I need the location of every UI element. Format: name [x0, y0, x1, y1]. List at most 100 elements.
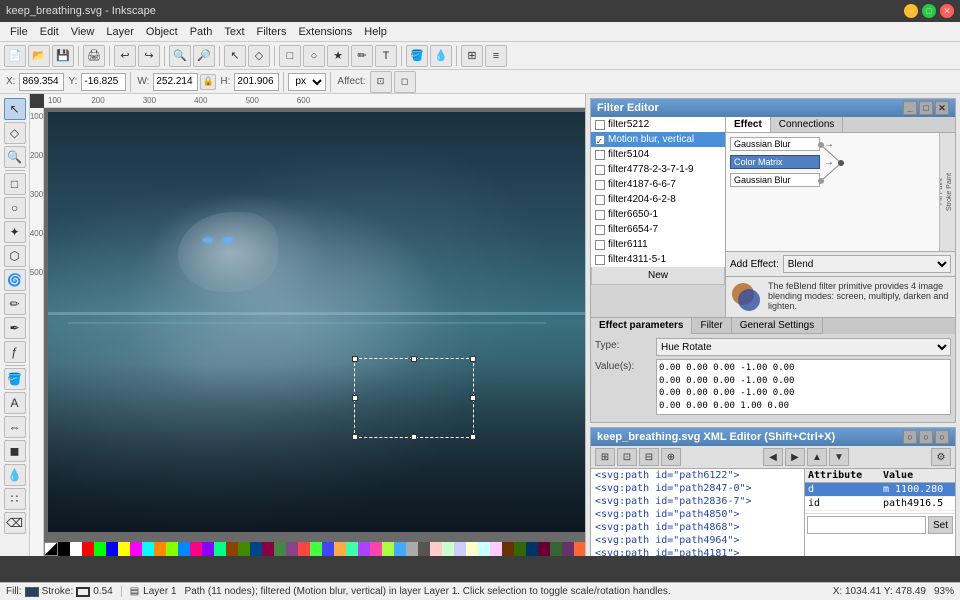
- tab-connections[interactable]: Connections: [771, 117, 844, 132]
- xml-next-btn[interactable]: ▶: [785, 448, 805, 466]
- color-swatch[interactable]: [154, 542, 166, 556]
- color-swatch[interactable]: [490, 542, 502, 556]
- filter-editor-close[interactable]: ✕: [935, 101, 949, 115]
- zoom-out-btn[interactable]: 🔎: [193, 45, 215, 67]
- zoom-in-btn[interactable]: 🔍: [169, 45, 191, 67]
- xml-item-path4964[interactable]: <svg:path id="path4964">: [591, 534, 804, 547]
- node-btn[interactable]: ◇: [248, 45, 270, 67]
- color-swatch[interactable]: [106, 542, 118, 556]
- effect-color-matrix[interactable]: Color Matrix: [730, 155, 820, 169]
- color-swatch[interactable]: [418, 542, 430, 556]
- filter-checkbox-4204[interactable]: [595, 195, 605, 205]
- xml-up-btn[interactable]: ▲: [807, 448, 827, 466]
- unit-select[interactable]: px mm cm: [288, 73, 326, 91]
- color-palette[interactable]: // Will be populated by JS below: [44, 542, 585, 556]
- save-btn[interactable]: 💾: [52, 45, 74, 67]
- menu-help[interactable]: Help: [358, 25, 393, 39]
- star-btn[interactable]: ★: [327, 45, 349, 67]
- xml-item-path4868[interactable]: <svg:path id="path4868">: [591, 521, 804, 534]
- color-swatch[interactable]: [118, 542, 130, 556]
- color-swatch[interactable]: [274, 542, 286, 556]
- filter-checkbox-motion-blur[interactable]: [595, 135, 605, 145]
- tool-circle[interactable]: ○: [4, 197, 26, 219]
- tool-calligraphy[interactable]: ƒ: [4, 341, 26, 363]
- tool-pen[interactable]: ✏: [4, 293, 26, 315]
- eyedropper-btn[interactable]: 💧: [430, 45, 452, 67]
- xml-editor-btn1[interactable]: ○: [903, 430, 917, 444]
- xml-copy-btn[interactable]: ⊕: [661, 448, 681, 466]
- minimize-button[interactable]: −: [904, 4, 918, 18]
- color-swatch[interactable]: [202, 542, 214, 556]
- color-swatch[interactable]: [574, 542, 585, 556]
- xml-editor-btn2[interactable]: ○: [919, 430, 933, 444]
- filter-checkbox-6650[interactable]: [595, 210, 605, 220]
- affect-geo-btn[interactable]: ⊡: [370, 71, 392, 93]
- color-swatch[interactable]: [262, 542, 274, 556]
- xml-item-path6122[interactable]: <svg:path id="path6122">: [591, 469, 804, 482]
- color-swatch[interactable]: [286, 542, 298, 556]
- color-swatch[interactable]: [94, 542, 106, 556]
- tool-rect[interactable]: □: [4, 173, 26, 195]
- tool-text[interactable]: A: [4, 392, 26, 414]
- redo-btn[interactable]: ↪: [138, 45, 160, 67]
- color-swatch[interactable]: [346, 542, 358, 556]
- circle-btn[interactable]: ○: [303, 45, 325, 67]
- filter-new-button[interactable]: New: [591, 267, 725, 285]
- tab-effect[interactable]: Effect: [726, 117, 771, 132]
- canvas-area[interactable]: [44, 108, 585, 556]
- color-swatch[interactable]: [406, 542, 418, 556]
- xml-new-element-btn[interactable]: ⊞: [595, 448, 615, 466]
- print-btn[interactable]: 🖨: [83, 45, 105, 67]
- xml-settings-btn[interactable]: ⚙: [931, 448, 951, 466]
- color-swatch[interactable]: [226, 542, 238, 556]
- xml-remove-btn[interactable]: ⊟: [639, 448, 659, 466]
- menu-path[interactable]: Path: [184, 25, 219, 39]
- xml-new-attr-btn[interactable]: ⊡: [617, 448, 637, 466]
- tool-eyedropper[interactable]: 💧: [4, 464, 26, 486]
- filter-item-motion-blur[interactable]: Motion blur, vertical: [591, 132, 725, 147]
- filter-checkbox-4311[interactable]: [595, 255, 605, 265]
- add-effect-select[interactable]: Blend Blur Color Matrix Composite: [783, 255, 951, 273]
- filter-item-6650[interactable]: filter6650-1: [591, 207, 725, 222]
- color-swatch[interactable]: [370, 542, 382, 556]
- color-swatch[interactable]: [322, 542, 334, 556]
- menu-file[interactable]: File: [4, 25, 34, 39]
- color-swatch[interactable]: [526, 542, 538, 556]
- color-swatch[interactable]: [442, 542, 454, 556]
- color-swatch[interactable]: [502, 542, 514, 556]
- xml-item-path2847[interactable]: <svg:path id="path2847-0">: [591, 482, 804, 495]
- new-btn[interactable]: 📄: [4, 45, 26, 67]
- pen-btn[interactable]: ✏: [351, 45, 373, 67]
- menu-extensions[interactable]: Extensions: [292, 25, 358, 39]
- tool-select[interactable]: ↖: [4, 98, 26, 120]
- filter-item-5104[interactable]: filter5104: [591, 147, 725, 162]
- xml-item-path4181[interactable]: <svg:path id="path4181">: [591, 547, 804, 556]
- filter-editor-minimize[interactable]: _: [903, 101, 917, 115]
- tab-effect-parameters[interactable]: Effect parameters: [591, 318, 692, 334]
- color-swatch[interactable]: [550, 542, 562, 556]
- tool-gradient[interactable]: ◼: [4, 440, 26, 462]
- xml-attr-row-id[interactable]: id path4916.5: [805, 497, 955, 511]
- fill-color-box[interactable]: [25, 587, 39, 597]
- filter-editor-maximize[interactable]: □: [919, 101, 933, 115]
- text-btn[interactable]: T: [375, 45, 397, 67]
- color-swatch[interactable]: [142, 542, 154, 556]
- select-btn[interactable]: ↖: [224, 45, 246, 67]
- x-input[interactable]: [19, 73, 64, 91]
- color-swatch[interactable]: [70, 542, 82, 556]
- tab-general-settings[interactable]: General Settings: [732, 318, 824, 334]
- filter-item-4311[interactable]: filter4311-5-1: [591, 252, 725, 267]
- y-input[interactable]: [81, 73, 126, 91]
- color-swatch[interactable]: [298, 542, 310, 556]
- color-swatch[interactable]: [454, 542, 466, 556]
- xml-editor-btn3[interactable]: ○: [935, 430, 949, 444]
- xml-down-btn[interactable]: ▼: [829, 448, 849, 466]
- effect-gaussian-blur-2[interactable]: Gaussian Blur: [730, 173, 820, 187]
- filter-checkbox-5104[interactable]: [595, 150, 605, 160]
- group-btn[interactable]: ⊞: [461, 45, 483, 67]
- xml-prev-btn[interactable]: ◀: [763, 448, 783, 466]
- align-btn[interactable]: ≡: [485, 45, 507, 67]
- color-swatch[interactable]: [58, 542, 70, 556]
- color-swatch[interactable]: [514, 542, 526, 556]
- menu-edit[interactable]: Edit: [34, 25, 65, 39]
